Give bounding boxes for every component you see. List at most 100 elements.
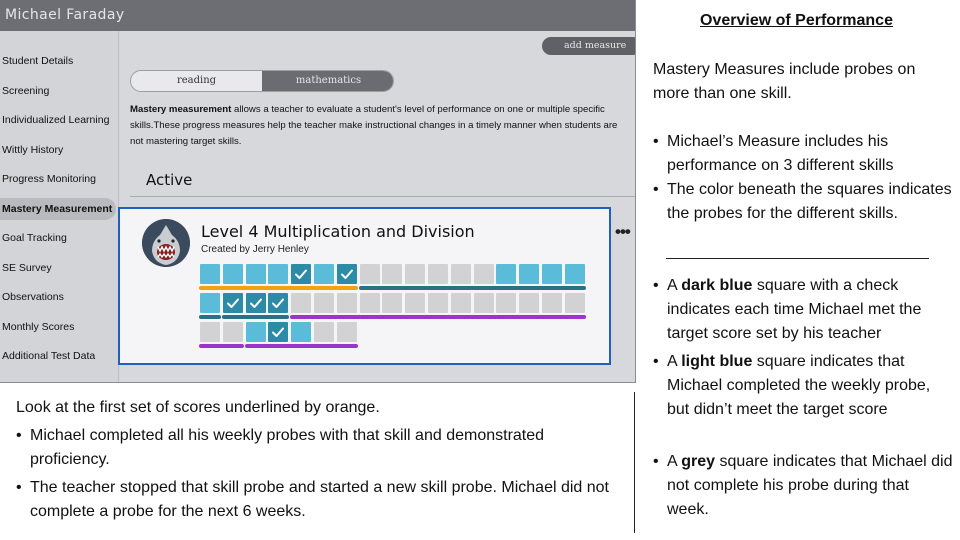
sidebar-item-mastery-measurement[interactable]: Mastery Measurement [0, 198, 116, 220]
sidebar: Student Details Screening Individualized… [0, 31, 119, 382]
probe-square-light[interactable] [519, 264, 540, 284]
measure-title: Level 4 Multiplication and Division [201, 222, 475, 241]
probe-square-grey[interactable] [450, 293, 471, 313]
probe-square-dark[interactable] [245, 293, 266, 313]
probe-square-light[interactable] [291, 322, 312, 342]
probe-square-grey[interactable] [314, 322, 334, 342]
bullet-marker: • [653, 133, 659, 150]
sidebar-item-monthly-scores[interactable]: Monthly Scores [0, 316, 116, 338]
sidebar-item-student-details[interactable]: Student Details [0, 50, 116, 72]
probe-square-dark[interactable] [222, 293, 243, 313]
skill-underline [290, 315, 586, 319]
probe-square-light[interactable] [542, 264, 562, 284]
bottom-note-intro: Look at the first set of scores underlin… [16, 399, 380, 416]
bullet-marker: • [653, 453, 659, 470]
probe-square-light[interactable] [245, 264, 266, 284]
probe-square-grey[interactable] [473, 293, 494, 313]
probe-square-grey[interactable] [336, 322, 357, 342]
probe-square-grey[interactable] [450, 264, 471, 284]
probe-square-light[interactable] [245, 322, 266, 342]
probe-square-grey[interactable] [359, 293, 380, 313]
bottom-note-bullet: • Michael completed all his weekly probes… [16, 424, 626, 472]
probe-square-grey[interactable] [336, 293, 357, 313]
probe-square-grey[interactable] [222, 322, 243, 342]
legend-item-grey: • A grey square indicates that Michael di… [653, 450, 953, 522]
mastery-description: Mastery measurement allows a teacher to … [130, 102, 630, 150]
skill-underline [199, 315, 221, 319]
bottom-note-bullet-text: Michael completed all his weekly probes … [30, 427, 545, 468]
probe-square-dark[interactable] [336, 264, 357, 284]
probe-square-grey[interactable] [564, 293, 585, 313]
probe-square-grey[interactable] [405, 293, 426, 313]
probe-square-dark[interactable] [291, 264, 312, 284]
probe-square-dark[interactable] [268, 293, 289, 313]
skill-underline [199, 344, 244, 348]
bullet-marker: • [653, 181, 659, 198]
probe-square-grey[interactable] [428, 293, 448, 313]
more-options-icon[interactable]: ••• [615, 222, 631, 242]
bottom-note-bullet: • The teacher stopped that skill probe an… [16, 476, 626, 524]
skill-underline [199, 286, 358, 290]
vertical-divider [634, 392, 635, 533]
legend-item-dark-blue: • A dark blue square with a check indicat… [653, 274, 953, 346]
probe-square-light[interactable] [200, 293, 220, 313]
probe-square-grey[interactable] [291, 293, 312, 313]
tab-mathematics[interactable]: mathematics [262, 71, 393, 91]
divider [666, 258, 929, 259]
active-section-label: Active [146, 171, 193, 189]
probe-square-dark[interactable] [268, 322, 289, 342]
mastery-description-term: Mastery measurement [130, 104, 232, 115]
probe-square-grey[interactable] [473, 264, 494, 284]
probe-square-light[interactable] [268, 264, 289, 284]
shark-icon [142, 219, 190, 267]
student-name-title: Michael Faraday [0, 0, 635, 31]
sidebar-item-wittly-history[interactable]: Wittly History [0, 139, 116, 161]
legend-pre: A [667, 453, 682, 470]
probe-square-light[interactable] [200, 264, 220, 284]
overview-bullet: • The color beneath the squares indicates… [653, 178, 953, 226]
legend-term: light blue [681, 353, 753, 370]
probe-square-grey[interactable] [542, 293, 562, 313]
measure-creator: Created by Jerry Henley [201, 244, 309, 255]
probe-square-grey[interactable] [200, 322, 220, 342]
overview-bullet: • Michael’s Measure includes his performa… [653, 130, 953, 178]
probe-square-grey[interactable] [359, 264, 380, 284]
overview-bullet-text: The color beneath the squares indicates … [667, 181, 952, 222]
probe-square-grey[interactable] [496, 293, 517, 313]
bottom-note-bullet-text: The teacher stopped that skill probe and… [30, 479, 609, 520]
skill-underline [221, 315, 290, 319]
probe-square-grey[interactable] [382, 293, 403, 313]
probe-square-grey[interactable] [428, 264, 448, 284]
add-measure-button[interactable]: add measure [542, 37, 635, 55]
bullet-marker: • [16, 479, 22, 496]
overview-bullet-text: Michael’s Measure includes his performan… [667, 133, 894, 174]
probe-square-light[interactable] [314, 264, 334, 284]
probe-square-grey[interactable] [314, 293, 334, 313]
legend-term: grey [681, 453, 716, 470]
sidebar-item-progress-monitoring[interactable]: Progress Monitoring [0, 168, 116, 190]
sidebar-item-screening[interactable]: Screening [0, 80, 116, 102]
measure-card[interactable]: Level 4 Multiplication and Division Crea… [118, 207, 631, 365]
overview-intro: Mastery Measures include probes on more … [653, 61, 916, 102]
probe-square-grey[interactable] [382, 264, 403, 284]
sidebar-item-additional-test-data[interactable]: Additional Test Data [0, 345, 116, 367]
bullet-marker: • [16, 427, 22, 444]
subject-toggle: reading mathematics [130, 70, 394, 92]
overview-title: Overview of Performance [700, 12, 893, 29]
probe-square-grey[interactable] [519, 293, 540, 313]
sidebar-item-goal-tracking[interactable]: Goal Tracking [0, 227, 116, 249]
sidebar-item-observations[interactable]: Observations [0, 286, 116, 308]
probe-square-grey[interactable] [405, 264, 426, 284]
bullet-marker: • [653, 353, 659, 370]
overview-panel: Overview of Performance Mastery Measures… [653, 0, 953, 540]
sidebar-item-se-survey[interactable]: SE Survey [0, 257, 116, 279]
legend-term: dark blue [681, 277, 753, 294]
tab-reading[interactable]: reading [131, 71, 262, 91]
probe-square-light[interactable] [222, 264, 243, 284]
sidebar-item-individualized-learning[interactable]: Individualized Learning [0, 109, 116, 131]
app-screenshot: Michael Faraday Student Details Screenin… [0, 0, 636, 383]
legend-item-light-blue: • A light blue square indicates that Mich… [653, 350, 953, 422]
skill-underline [358, 286, 586, 290]
probe-square-light[interactable] [564, 264, 585, 284]
probe-square-light[interactable] [496, 264, 517, 284]
